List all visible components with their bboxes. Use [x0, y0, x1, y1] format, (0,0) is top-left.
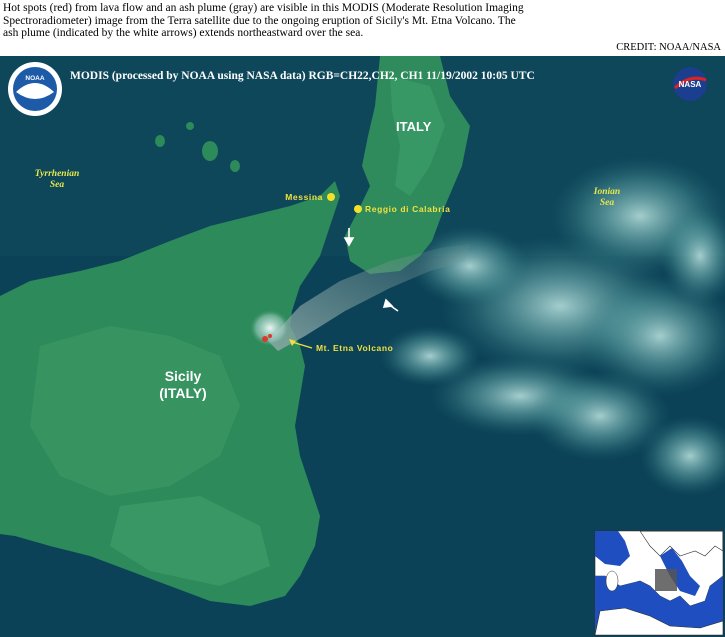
- inset-highlight-box: [655, 569, 677, 591]
- sicily-label-line2: (ITALY): [159, 385, 206, 401]
- messina-label: Messina: [285, 192, 323, 202]
- messina-marker: [327, 193, 335, 201]
- caption-line: Spectroradiometer) image from the Terra …: [3, 14, 516, 27]
- noaa-logo: NOAA: [8, 62, 62, 116]
- sicily-label-line1: Sicily: [165, 368, 202, 384]
- ionian-sea-label-line1: Ionian: [593, 187, 620, 197]
- nasa-logo-text: NASA: [679, 80, 702, 89]
- etna-label: Mt. Etna Volcano: [316, 343, 393, 353]
- nasa-logo: NASA: [673, 67, 707, 101]
- caption-line: Hot spots (red) from lava flow and an as…: [3, 2, 524, 14]
- caption-text: Hot spots (red) from lava flow and an as…: [3, 2, 563, 40]
- reggio-label: Reggio di Calabria: [365, 204, 450, 214]
- tyrrhenian-sea-label-line1: Tyrrhenian: [35, 169, 80, 179]
- image-credit: CREDIT: NOAA/NASA: [616, 42, 721, 53]
- caption-block: Hot spots (red) from lava flow and an as…: [0, 0, 725, 56]
- image-header: MODIS (processed by NOAA using NASA data…: [70, 70, 535, 82]
- etna-summit: [250, 310, 290, 346]
- tyrrhenian-sea-label-line2: Sea: [50, 180, 65, 190]
- noaa-logo-text: NOAA: [25, 75, 44, 82]
- italy-label: ITALY: [396, 119, 432, 134]
- caption-line: ash plume (indicated by the white arrows…: [3, 27, 364, 40]
- reggio-marker: [354, 205, 362, 213]
- ionian-sea-label-line2: Sea: [600, 198, 615, 208]
- inset-locator-map: [594, 530, 724, 636]
- satellite-map: MODIS (processed by NOAA using NASA data…: [0, 56, 725, 637]
